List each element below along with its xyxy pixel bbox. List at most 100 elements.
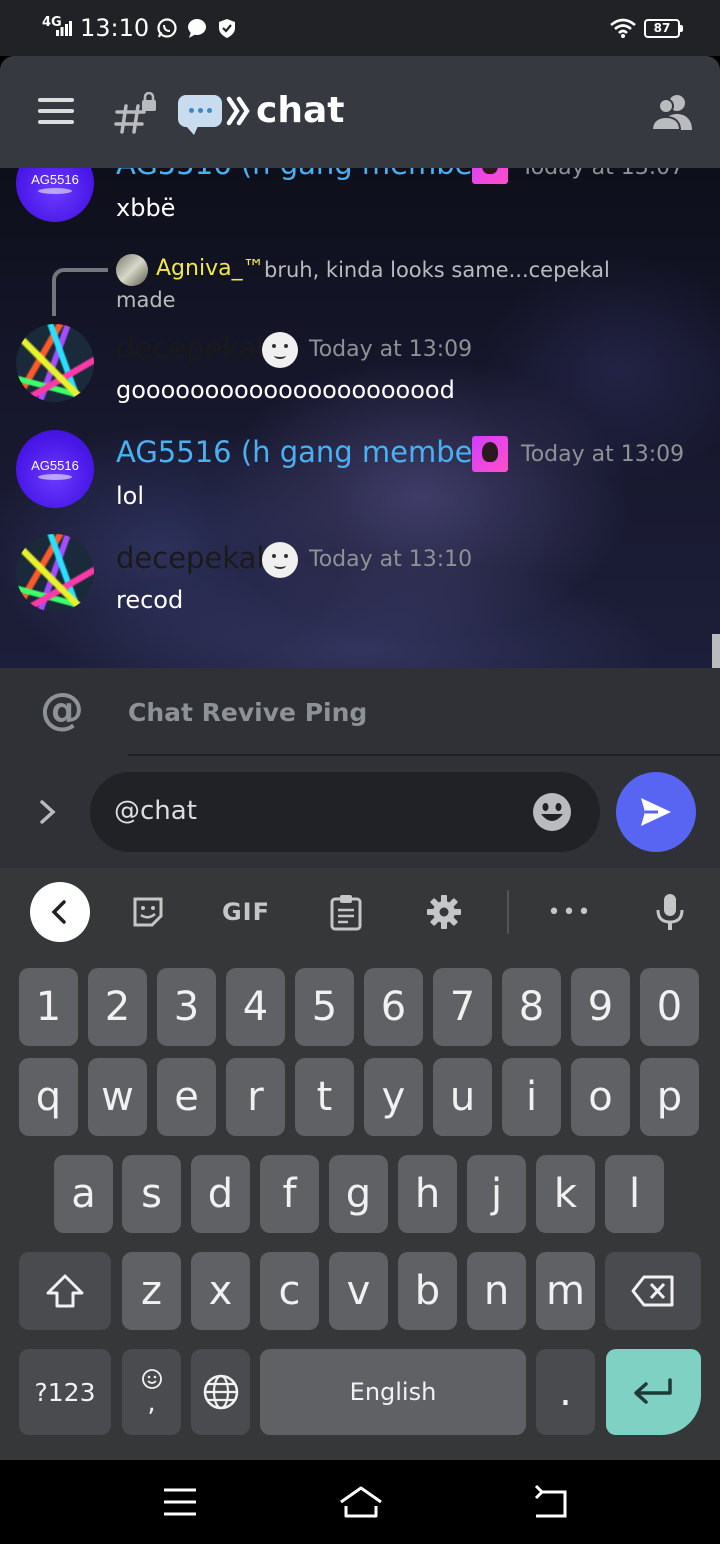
message-timestamp: Today at 13:07	[521, 168, 684, 180]
sticker-icon	[133, 897, 163, 927]
more-icon: •••	[547, 899, 593, 925]
double-chevron-icon	[226, 96, 250, 125]
user-avatar[interactable]: AG5516	[16, 430, 94, 508]
voice-input-button[interactable]	[640, 882, 700, 942]
gif-label: GIF	[221, 898, 271, 926]
reply-avatar	[116, 254, 148, 286]
backspace-key[interactable]	[605, 1252, 701, 1330]
shift-icon	[46, 1274, 84, 1308]
key-c[interactable]: c	[260, 1252, 319, 1330]
period-key[interactable]: .	[536, 1349, 595, 1435]
key-5[interactable]: 5	[295, 968, 354, 1046]
message-list[interactable]: AG5516 AG5516 (h gang member) Today at 1…	[0, 168, 720, 668]
key-z[interactable]: z	[122, 1252, 181, 1330]
key-j[interactable]: j	[467, 1155, 526, 1233]
enter-key[interactable]	[606, 1349, 701, 1435]
menu-icon[interactable]	[38, 98, 74, 124]
message-text: goooooooooooooooooooood	[116, 376, 455, 404]
clipboard-icon	[330, 895, 362, 931]
key-r[interactable]: r	[226, 1058, 285, 1136]
language-key[interactable]	[191, 1349, 250, 1435]
user-avatar[interactable]: AG5516	[16, 168, 94, 222]
key-a[interactable]: a	[54, 1155, 113, 1233]
key-q[interactable]: q	[19, 1058, 78, 1136]
send-button[interactable]	[616, 772, 696, 852]
key-v[interactable]: v	[329, 1252, 388, 1330]
role-badge-icon	[472, 436, 508, 472]
message-author[interactable]: AG5516 (h gang member)	[116, 434, 496, 470]
key-9[interactable]: 9	[571, 968, 630, 1046]
keyboard-back-button[interactable]	[30, 882, 90, 942]
message-timestamp: Today at 13:10	[309, 547, 473, 572]
key-0[interactable]: 0	[640, 968, 699, 1046]
members-icon[interactable]	[650, 92, 694, 132]
reply-author[interactable]: Agniva_™	[156, 256, 265, 281]
composer-bar: @chat	[0, 756, 720, 868]
gif-button[interactable]: GIF	[216, 882, 276, 942]
enter-icon	[633, 1378, 672, 1404]
key-p[interactable]: p	[640, 1058, 699, 1136]
key-g[interactable]: g	[329, 1155, 388, 1233]
home-icon[interactable]	[338, 1484, 384, 1520]
chevron-right-icon[interactable]	[36, 798, 60, 826]
key-e[interactable]: e	[157, 1058, 216, 1136]
key-t[interactable]: t	[295, 1058, 354, 1136]
user-avatar[interactable]	[16, 324, 94, 402]
emoji-icon[interactable]	[532, 792, 572, 832]
space-key[interactable]: English	[260, 1349, 526, 1435]
scrollbar-thumb[interactable]	[712, 634, 720, 668]
message-input[interactable]: @chat	[90, 772, 600, 852]
send-icon	[641, 798, 671, 826]
more-button[interactable]: •••	[540, 882, 600, 942]
message-author[interactable]: decepekal	[116, 540, 264, 576]
key-d[interactable]: d	[191, 1155, 250, 1233]
reply-connector	[52, 268, 108, 316]
key-7[interactable]: 7	[433, 968, 492, 1046]
message-text: xbbë	[116, 194, 176, 222]
settings-button[interactable]	[414, 882, 474, 942]
key-3[interactable]: 3	[157, 968, 216, 1046]
recent-apps-icon[interactable]	[160, 1484, 200, 1520]
key-b[interactable]: b	[398, 1252, 457, 1330]
key-o[interactable]: o	[571, 1058, 630, 1136]
key-k[interactable]: k	[536, 1155, 595, 1233]
signal-icon	[56, 21, 72, 36]
speech-bubble-icon	[178, 94, 222, 135]
back-icon[interactable]	[530, 1484, 570, 1520]
key-l[interactable]: l	[605, 1155, 664, 1233]
key-6[interactable]: 6	[364, 968, 423, 1046]
shift-key[interactable]	[19, 1252, 111, 1330]
key-x[interactable]: x	[191, 1252, 250, 1330]
key-m[interactable]: m	[536, 1252, 595, 1330]
key-f[interactable]: f	[260, 1155, 319, 1233]
seal-emoji-icon	[262, 332, 298, 368]
sticker-button[interactable]	[118, 882, 178, 942]
key-8[interactable]: 8	[502, 968, 561, 1046]
message-icon	[188, 19, 206, 38]
key-s[interactable]: s	[122, 1155, 181, 1233]
message-author[interactable]: decepekal	[116, 330, 264, 366]
locked-channel-icon	[114, 92, 156, 134]
clipboard-button[interactable]	[316, 882, 376, 942]
status-bar: 4G 13:10 87	[0, 0, 720, 56]
key-4[interactable]: 4	[226, 968, 285, 1046]
message-input-value[interactable]: @chat	[114, 796, 197, 826]
user-avatar[interactable]	[16, 534, 94, 612]
key-u[interactable]: u	[433, 1058, 492, 1136]
reply-preview[interactable]: bruh, kinda looks same...cepekal	[264, 258, 610, 282]
key-i[interactable]: i	[502, 1058, 561, 1136]
key-n[interactable]: n	[467, 1252, 526, 1330]
key-h[interactable]: h	[398, 1155, 457, 1233]
key-1[interactable]: 1	[19, 968, 78, 1046]
shield-icon	[219, 19, 235, 38]
key-y[interactable]: y	[364, 1058, 423, 1136]
comma-label: ,	[147, 1388, 156, 1418]
comma-key[interactable]: ,	[122, 1349, 181, 1435]
reply-preview-continued[interactable]: made	[116, 288, 176, 312]
mention-suggestion-item[interactable]: @ Chat Revive Ping	[0, 668, 720, 756]
symbols-key[interactable]: ?123	[19, 1349, 111, 1435]
key-w[interactable]: w	[88, 1058, 147, 1136]
chevron-left-icon	[51, 900, 66, 924]
message-author[interactable]: AG5516 (h gang member)	[116, 168, 496, 182]
key-2[interactable]: 2	[88, 968, 147, 1046]
